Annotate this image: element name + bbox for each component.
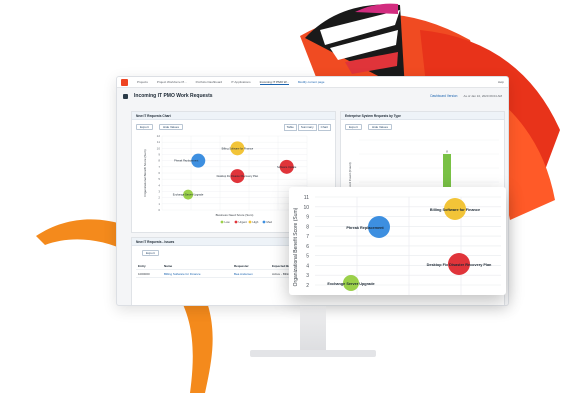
panel-title: Enterprise System Requests by Type [341, 112, 504, 120]
point-label: Phreak Replacement [346, 226, 384, 230]
modify-page-link[interactable]: Modify current page [298, 80, 325, 84]
nav-tab-it-applications[interactable]: IT Applications [231, 80, 250, 84]
app-logo[interactable] [121, 78, 128, 86]
point-label: Exchange Server Upgrade [327, 282, 374, 286]
y-tick-label: 1 [158, 202, 160, 206]
page-title: Incoming IT PMO Work Requests [134, 93, 213, 99]
column-header[interactable]: Name [162, 264, 232, 268]
zoomed-scatter-chart: 11 10 9 8 7 6 5 4 3 2 Organizational Benefit Score… [293, 195, 501, 295]
column-header[interactable]: Requester [232, 264, 270, 268]
y-tick-label: 8 [158, 159, 160, 163]
y-tick-label: 10 [157, 146, 161, 150]
dashboard-version-dropdown[interactable]: Dashboard Version [430, 94, 457, 98]
name-cell[interactable]: Billing Software for Finance [162, 272, 232, 276]
y-axis-label: Organizational Benefit Score (Sum) [143, 149, 147, 196]
zoomed-chart-card: 11 10 9 8 7 6 5 4 3 2 Organizational Benefit Score… [289, 187, 506, 295]
y-tick-label: 12 [157, 134, 161, 138]
y-tick-label: 11 [304, 195, 309, 201]
dashboard-icon [123, 93, 128, 99]
export-button[interactable]: Export [345, 124, 362, 130]
point-label: Billing Software for Finance [430, 208, 480, 212]
y-tick-label: 0 [158, 208, 160, 212]
help-link[interactable]: Help [498, 80, 504, 84]
monitor-stand-base [250, 350, 376, 357]
view-chart-tab[interactable]: Chart [317, 124, 331, 131]
y-axis-label: Organizational Benefit Score (Sum) [293, 207, 299, 286]
y-tick-label: 9 [306, 215, 309, 221]
point-label: Exchange Server Upgrade [173, 193, 204, 197]
legend-marker [248, 220, 252, 224]
y-tick-label: 3 [158, 190, 160, 194]
y-tick-label: 10 [303, 205, 309, 211]
column-header[interactable]: Entry [136, 264, 162, 268]
as-of-timestamp: As of Jan 10, 2020 09:04 AM [463, 94, 502, 98]
y-tick-label: 5 [306, 254, 309, 260]
y-tick-label: 6 [306, 244, 309, 250]
stage: Projects Project Workforce Pl... Portfol… [0, 0, 561, 393]
legend-label: Med [267, 220, 273, 224]
point-label: Desktop Fix Disaster Recovery Plan [427, 263, 492, 267]
requester-cell[interactable]: Bea Andersen [232, 272, 270, 276]
legend-label: Urgent [239, 220, 248, 224]
y-tick-label: 9 [158, 153, 160, 157]
y-tick-label: 8 [306, 224, 309, 230]
export-button[interactable]: Export [142, 250, 159, 256]
bar-value-label: 8 [446, 150, 448, 154]
y-tick-label: 2 [306, 283, 309, 289]
y-tick-label: 3 [306, 273, 309, 279]
y-tick-label: 7 [158, 165, 160, 169]
page-header: Incoming IT PMO Work Requests Dashboard … [117, 88, 508, 104]
view-toggle: Table Summary Chart [283, 124, 331, 131]
hide-values-button[interactable]: Hide Values [159, 124, 183, 130]
nav-tab-projects[interactable]: Projects [137, 80, 148, 84]
panel-title: New IT Requests Chart [132, 112, 335, 120]
point-label: Phreak Replacement [174, 159, 199, 163]
legend-marker [220, 220, 224, 224]
top-navigation: Projects Project Workforce Pl... Portfol… [117, 77, 508, 88]
nav-tab-portfolio[interactable]: Portfolio Dashboard [196, 80, 223, 84]
y-tick-label: 4 [306, 263, 309, 269]
y-tick-label: 5 [158, 177, 160, 181]
point-label: Billing Software for Finance [222, 146, 254, 150]
nav-tab-incoming[interactable]: Incoming IT PMO W... [259, 80, 289, 85]
export-button[interactable]: Export [136, 124, 153, 130]
legend-label: High [253, 220, 259, 224]
legend-label: Low [225, 220, 231, 224]
y-tick-label: 6 [158, 171, 160, 175]
y-tick-label: 11 [157, 140, 160, 144]
entry-cell: 1000000 [138, 271, 150, 276]
legend-marker [234, 220, 238, 224]
view-table-tab[interactable]: Table [283, 124, 297, 131]
view-summary-tab[interactable]: Summary [297, 124, 317, 131]
monitor-stand-neck [300, 306, 326, 354]
point-label: Software Update [277, 165, 297, 169]
y-tick-label: 2 [158, 196, 160, 200]
point-label: Desktop Fix Disaster Recovery Plan [217, 174, 259, 178]
x-axis-label: Business Need Score (Sum) [216, 213, 254, 217]
legend-marker [262, 220, 266, 224]
y-tick-label: 7 [306, 234, 309, 240]
y-tick-label: 4 [158, 183, 160, 187]
nav-tab-workforce[interactable]: Project Workforce Pl... [157, 80, 187, 84]
hide-values-button[interactable]: Hide Values [368, 124, 392, 130]
